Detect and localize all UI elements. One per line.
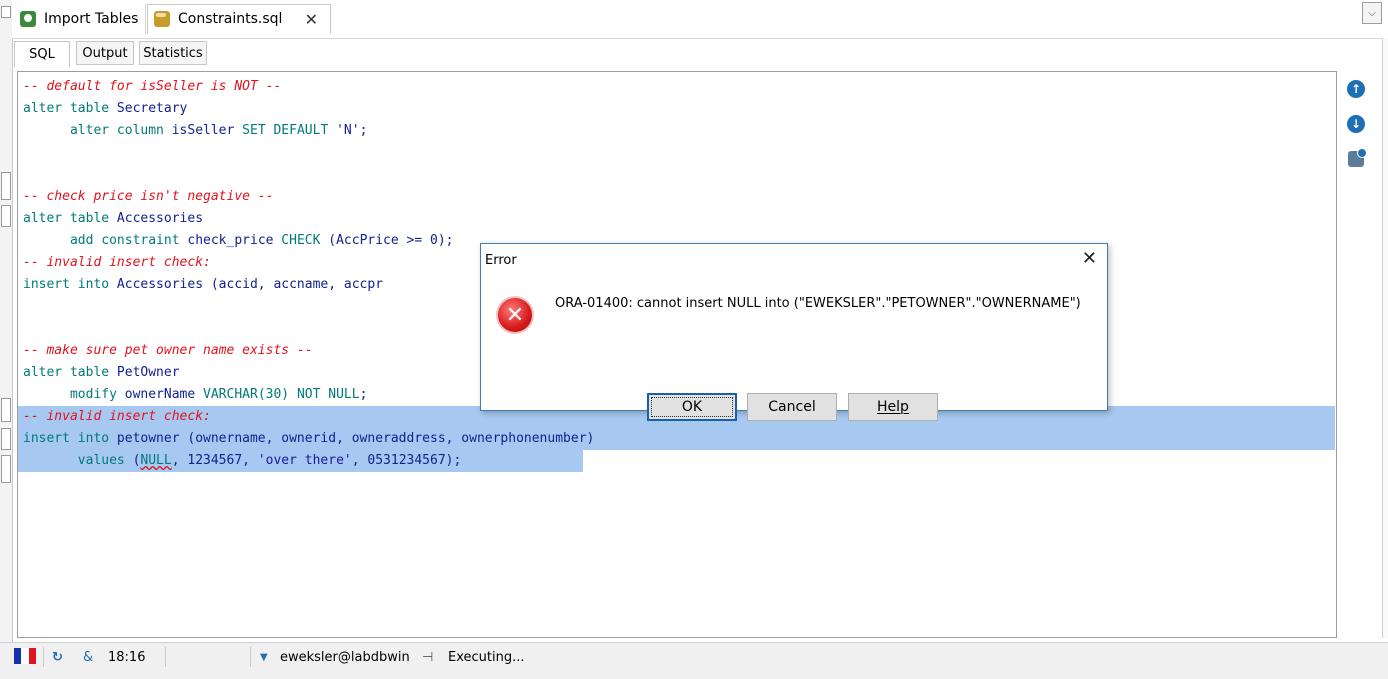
sql-keyword: modify <box>23 387 125 402</box>
tab-import-tables[interactable]: Import Tables <box>14 4 146 34</box>
sql-keyword: insert into <box>23 431 117 446</box>
sql-keyword: alter table <box>23 211 117 226</box>
sql-token: 'N' <box>336 123 360 138</box>
panel-marker <box>1 455 11 483</box>
connection-dropdown-icon[interactable]: ▼ <box>260 647 268 667</box>
close-tab-icon[interactable]: ✕ <box>305 10 318 29</box>
transaction-flag-icon <box>14 648 36 664</box>
panel-marker <box>1 428 11 450</box>
sql-token: Accessories <box>116 211 204 226</box>
dialog-body: ✕ ORA-01400: cannot insert NULL into ("E… <box>481 276 1107 421</box>
tab-sql[interactable]: SQL <box>14 41 70 68</box>
dialog-title: Error <box>485 252 517 268</box>
help-button-label: Help <box>877 399 909 415</box>
previous-statement-button[interactable]: ↑ <box>1345 78 1367 100</box>
sql-keyword: values <box>23 453 133 468</box>
sql-token: PetOwner <box>116 365 180 380</box>
refresh-icon[interactable]: ↻ <box>52 647 63 667</box>
tab-statistics[interactable]: Statistics <box>139 41 207 65</box>
sql-token: check_price <box>187 233 282 248</box>
tab-label: Import Tables <box>44 11 139 27</box>
sql-token: ownerName <box>124 387 204 402</box>
status-bar: ↻ & 18:16 ▼ eweksler@labdbwin ⊣ Executin… <box>0 642 1388 679</box>
separator <box>250 647 251 667</box>
tab-label: Constraints.sql <box>178 11 283 27</box>
code-line: alter column isSeller SET DEFAULT 'N'; <box>23 120 1336 142</box>
error-message: ORA-01400: cannot insert NULL into ("EWE… <box>555 296 1081 311</box>
dialog-title-bar: Error <box>481 244 1107 276</box>
chevron-down-icon: ⌵ <box>1368 7 1376 19</box>
cancel-button[interactable]: Cancel <box>747 393 837 421</box>
status-time: 18:16 <box>108 649 146 665</box>
code-line: -- check price isn't negative -- <box>23 186 1336 208</box>
editor-tab-bar: Import Tables Constraints.sql ✕ ⌵ <box>12 0 1388 39</box>
tab-constraints-sql[interactable]: Constraints.sql ✕ <box>147 4 331 34</box>
import-tables-icon <box>20 11 36 27</box>
tab-list-dropdown-button[interactable]: ⌵ <box>1362 2 1382 24</box>
database-settings-button[interactable] <box>1345 148 1367 170</box>
sql-file-icon <box>154 11 170 27</box>
sub-tab-bar: SQL Output Statistics <box>14 41 1374 68</box>
sql-comment: -- default for isSeller is NOT -- <box>23 79 282 94</box>
sql-token: ; <box>359 123 368 138</box>
dialog-close-icon[interactable]: ✕ <box>1082 250 1097 268</box>
sql-keyword: alter table <box>23 365 117 380</box>
sql-keyword: NULL <box>140 453 172 468</box>
tab-output[interactable]: Output <box>76 41 134 65</box>
sql-comment: -- invalid insert check: <box>23 409 211 424</box>
left-panel-strip <box>0 0 13 678</box>
sql-token: 'over there' <box>257 453 352 468</box>
sql-keyword: insert into <box>23 277 117 292</box>
right-panel-edge <box>1382 38 1388 638</box>
sql-token: isSeller <box>171 123 243 138</box>
sql-keyword: CHECK <box>281 233 329 248</box>
status-execution-state: Executing... <box>448 649 525 665</box>
sql-token: (AccPrice >= 0); <box>328 233 454 248</box>
code-line: alter table Accessories <box>23 208 1336 230</box>
ampersand-icon[interactable]: & <box>83 647 93 667</box>
code-line: values (NULL, 1234567, 'over there', 053… <box>18 450 583 472</box>
sql-comment: -- invalid insert check: <box>23 255 211 270</box>
sql-keyword: add constraint <box>23 233 188 248</box>
ok-button[interactable]: OK <box>647 393 737 421</box>
sql-token: , 1234567, <box>171 453 258 468</box>
database-settings-icon <box>1348 148 1367 167</box>
sql-keyword: SET DEFAULT <box>242 123 337 138</box>
sql-token: petowner (ownername, ownerid, owneraddre… <box>116 431 595 446</box>
panel-marker <box>1 172 11 200</box>
sql-keyword: VARCHAR(30) NOT NULL <box>203 387 360 402</box>
code-line: insert into petowner (ownername, ownerid… <box>18 428 1335 450</box>
sql-comment: -- check price isn't negative -- <box>23 189 274 204</box>
code-line: alter table Secretary <box>23 98 1336 120</box>
next-statement-button[interactable]: ↓ <box>1345 113 1367 135</box>
error-dialog: Error ✕ ✕ ORA-01400: cannot insert NULL … <box>480 243 1108 421</box>
pin-icon: ⊣ <box>422 649 434 665</box>
arrow-up-circle-icon: ↑ <box>1347 80 1365 98</box>
panel-marker <box>1 6 11 18</box>
sql-comment: -- make sure pet owner name exists -- <box>23 343 313 358</box>
sql-token: , 0531234567); <box>351 453 462 468</box>
status-connection[interactable]: eweksler@labdbwin <box>280 647 410 667</box>
sql-token: Accessories (accid, accname, accpr <box>116 277 384 292</box>
sql-keyword: alter table <box>23 101 117 116</box>
panel-marker <box>1 398 11 422</box>
sql-token: Secretary <box>116 101 188 116</box>
separator <box>43 647 44 667</box>
arrow-down-circle-icon: ↓ <box>1347 115 1365 133</box>
sql-keyword: alter column <box>23 123 172 138</box>
sql-token: ; <box>359 387 368 402</box>
error-icon: ✕ <box>496 296 534 334</box>
panel-marker <box>1 205 11 227</box>
code-line: -- default for isSeller is NOT -- <box>23 76 1336 98</box>
separator <box>165 647 166 667</box>
help-button[interactable]: Help <box>848 393 938 421</box>
